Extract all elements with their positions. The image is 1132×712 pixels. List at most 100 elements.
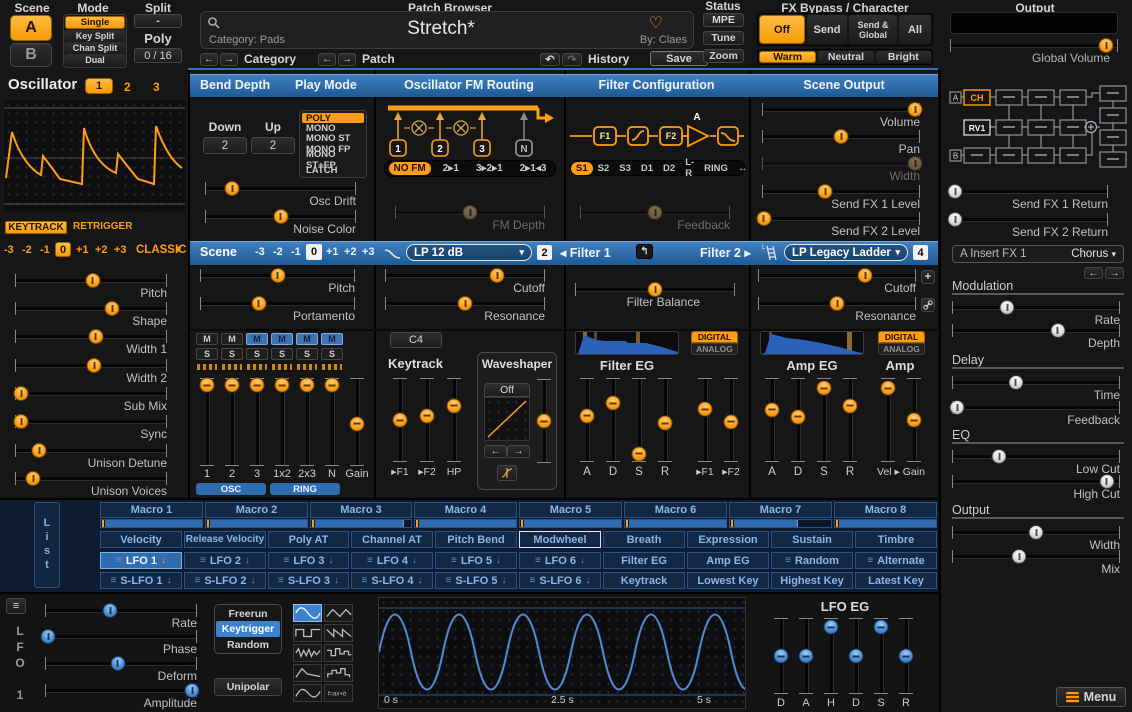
burger-icon[interactable]: ≡ xyxy=(529,575,535,586)
slider-handle[interactable] xyxy=(14,414,29,429)
lfo-shape-square[interactable] xyxy=(293,624,322,642)
zoom-button[interactable]: Zoom xyxy=(703,49,744,63)
slider-handle[interactable] xyxy=(103,603,118,618)
lfo-unipolar-toggle[interactable]: Unipolar xyxy=(214,678,282,696)
filter-eg-to-f2[interactable] xyxy=(722,378,740,462)
mode-chan-split[interactable]: Chan Split xyxy=(64,42,126,54)
slider-handle[interactable] xyxy=(251,296,266,311)
mod-source-amp-eg[interactable]: Amp EG xyxy=(687,552,769,569)
lfo-menu-button[interactable]: ≡ xyxy=(6,598,26,614)
slider-handle[interactable] xyxy=(849,649,864,664)
slider-handle[interactable] xyxy=(756,211,771,226)
character-bright[interactable]: Bright xyxy=(876,51,931,63)
mod-source-filter-eg[interactable]: Filter EG xyxy=(603,552,685,569)
filter-eg-attack[interactable] xyxy=(578,378,596,462)
arrow-down-icon[interactable]: ↓ xyxy=(161,555,166,566)
slider-handle[interactable] xyxy=(765,402,780,417)
macro-1[interactable]: Macro 1 xyxy=(100,502,203,518)
macro-4[interactable]: Macro 4 xyxy=(414,502,517,518)
send-fx2-return-slider[interactable]: Send FX 2 Return xyxy=(952,210,1108,240)
mod-source-slfo6[interactable]: ≡S-LFO 6↓ xyxy=(519,572,601,589)
scene-octave-m1[interactable]: -1 xyxy=(291,246,301,258)
slider-handle[interactable] xyxy=(791,409,806,424)
burger-icon[interactable]: ≡ xyxy=(278,575,284,586)
slider-handle[interactable] xyxy=(458,296,473,311)
filter-eg-sustain[interactable] xyxy=(630,378,648,462)
lfo-eg-decay[interactable] xyxy=(847,618,865,694)
amp-gain-slider[interactable] xyxy=(905,378,923,462)
amp-vel-slider[interactable] xyxy=(879,378,897,462)
redo-button[interactable]: ↷ xyxy=(562,53,582,66)
mod-source-keytrack[interactable]: Keytrack xyxy=(603,572,685,589)
macro-8-bar[interactable] xyxy=(834,519,937,528)
keytrack-f2-slider[interactable] xyxy=(418,378,436,462)
slider-handle[interactable] xyxy=(1000,300,1015,315)
slider-handle[interactable] xyxy=(908,102,923,117)
arrow-down-icon[interactable]: ↓ xyxy=(502,575,507,586)
lfo-tab-label[interactable]: LFO 1 xyxy=(7,620,27,708)
slider-handle[interactable] xyxy=(580,408,595,423)
fcfg-d1[interactable]: D1 xyxy=(636,162,658,175)
slider-handle[interactable] xyxy=(350,416,365,431)
slider-handle[interactable] xyxy=(250,378,265,393)
osc-drift-slider[interactable]: Osc Drift xyxy=(205,179,356,209)
slider-handle[interactable] xyxy=(830,296,845,311)
lfo-shape-envelope[interactable] xyxy=(293,664,322,682)
filter-bend-icon[interactable]: ↰ xyxy=(636,244,653,259)
macro-1-bar[interactable] xyxy=(100,519,203,528)
lfo-eg-release[interactable] xyxy=(897,618,915,694)
burger-icon[interactable]: ≡ xyxy=(283,555,289,566)
fx-prev-button[interactable]: ← xyxy=(1084,267,1103,279)
amp-eg-analog-toggle[interactable]: ANALOG xyxy=(878,343,925,355)
slider-handle[interactable] xyxy=(87,358,102,373)
slider-handle[interactable] xyxy=(907,413,922,428)
scene-octave-m2[interactable]: -2 xyxy=(273,246,283,258)
scene-octave-p1[interactable]: +1 xyxy=(326,246,339,258)
mod-source-slfo3[interactable]: ≡S-LFO 3↓ xyxy=(268,572,349,589)
mod-source-sustain[interactable]: Sustain xyxy=(771,531,853,548)
slider-handle[interactable] xyxy=(270,268,285,283)
filter-eg-digital-toggle[interactable]: DIGITAL xyxy=(691,331,738,343)
filter-eg-release[interactable] xyxy=(656,378,674,462)
slider-handle[interactable] xyxy=(1029,525,1044,540)
slider-handle[interactable] xyxy=(799,649,814,664)
fm-route-2to1from3[interactable]: 2▸1◂3 xyxy=(515,162,552,175)
slider-handle[interactable] xyxy=(1050,323,1065,338)
osc-unison-voices-slider[interactable]: Unison Voices xyxy=(15,469,167,499)
category-next-button[interactable]: → xyxy=(220,53,238,66)
lfo-trigger-keytrigger[interactable]: Keytrigger xyxy=(216,621,280,637)
slider-handle[interactable] xyxy=(992,449,1007,464)
lfo-shape-saw[interactable] xyxy=(324,624,353,642)
amp-eg-decay[interactable] xyxy=(789,378,807,462)
patch-name[interactable]: Stretch* xyxy=(351,18,531,40)
mixer-mute-2x3[interactable]: M xyxy=(296,333,318,345)
scene-a-button[interactable]: A xyxy=(10,15,52,41)
fm-route-nofm[interactable]: NO FM xyxy=(389,162,431,175)
slider-handle[interactable] xyxy=(948,212,963,227)
filter1-cutoff-slider[interactable]: Cutoff xyxy=(385,266,545,296)
favorite-heart-icon[interactable]: ♡ xyxy=(649,13,663,33)
osc-octave-m2[interactable]: -2 xyxy=(22,244,32,256)
patch-prev-button[interactable]: ← xyxy=(318,53,336,66)
global-volume-slider[interactable]: Global Volume xyxy=(950,36,1118,66)
insert-fx-type[interactable]: Chorus ▾ xyxy=(1071,248,1116,260)
play-mode-mono-stfp[interactable]: MONO ST+FP xyxy=(302,155,364,165)
amp-eg-sustain[interactable] xyxy=(815,378,833,462)
slider-handle[interactable] xyxy=(632,446,647,461)
scene-octave-p3[interactable]: +3 xyxy=(362,246,375,258)
macro-3[interactable]: Macro 3 xyxy=(310,502,412,518)
mod-source-lfo2[interactable]: ≡LFO 2↓ xyxy=(184,552,266,569)
patch-next-button[interactable]: → xyxy=(338,53,356,66)
slider-handle[interactable] xyxy=(724,414,739,429)
mod-source-velocity[interactable]: Velocity xyxy=(100,531,182,548)
slider-handle[interactable] xyxy=(1099,474,1114,489)
bend-down-value[interactable]: 2 xyxy=(203,137,247,154)
macro-6[interactable]: Macro 6 xyxy=(624,502,727,518)
lfo-shape-step-seq[interactable] xyxy=(324,664,353,682)
lfo-shape-noise[interactable] xyxy=(293,644,322,662)
osc-octave-0[interactable]: 0 xyxy=(55,242,71,257)
osc-width1-slider[interactable]: Width 1 xyxy=(15,327,167,357)
lfo-amplitude-slider[interactable]: Amplitude xyxy=(45,681,197,711)
slider-handle[interactable] xyxy=(225,378,240,393)
scene-volume-slider[interactable]: Volume xyxy=(762,100,920,130)
